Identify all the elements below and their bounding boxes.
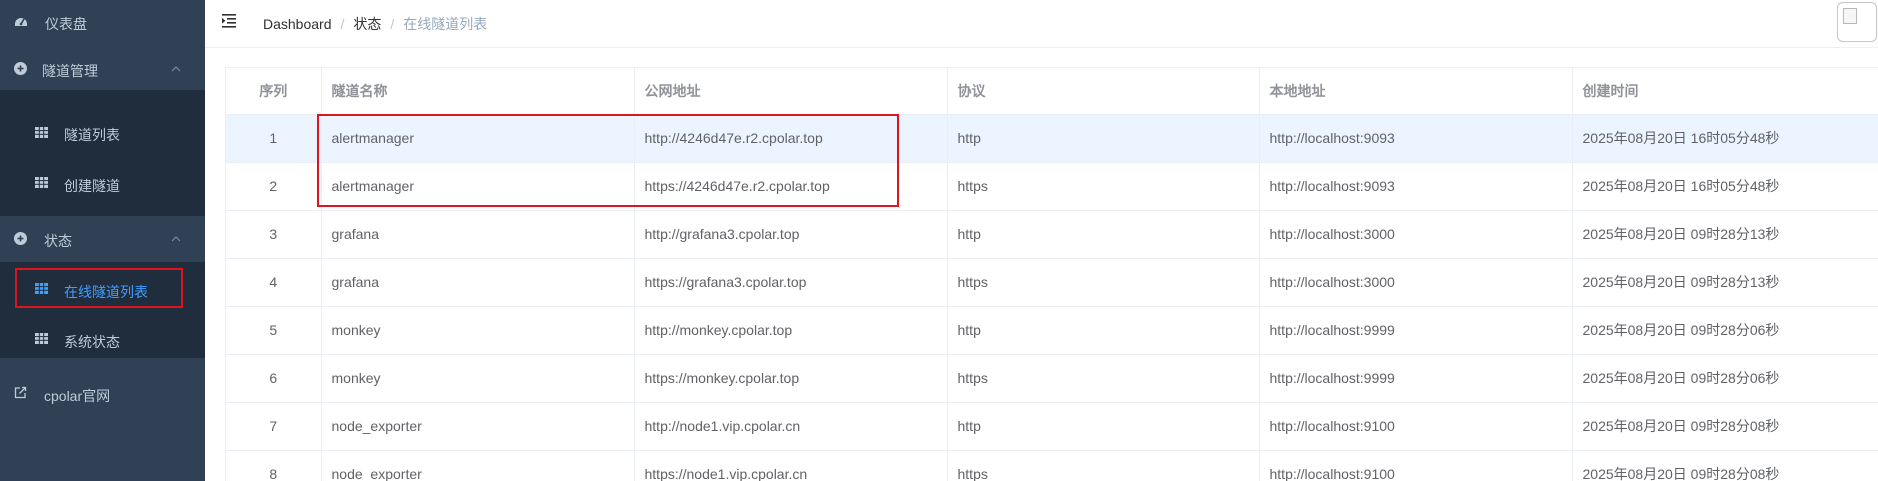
table-icon bbox=[35, 283, 48, 294]
cell-local-address: http://localhost:3000 bbox=[1259, 210, 1573, 259]
cell-index: 2 bbox=[226, 162, 322, 211]
cell-tunnel-name: alertmanager bbox=[321, 114, 635, 163]
cell-index: 5 bbox=[226, 306, 322, 355]
cell-public-address: https://node1.vip.cpolar.cn bbox=[634, 450, 948, 481]
cell-index: 7 bbox=[226, 402, 322, 451]
cell-local-address: http://localhost:9100 bbox=[1259, 450, 1573, 481]
cell-protocol: https bbox=[947, 258, 1260, 307]
cell-created-time: 2025年08月20日 09时28分08秒 bbox=[1572, 450, 1878, 481]
cell-local-address: http://localhost:9093 bbox=[1259, 162, 1573, 211]
sidebar-item-label: 隧道管理 bbox=[42, 63, 98, 79]
table-row[interactable]: 3 grafana http://grafana3.cpolar.top htt… bbox=[226, 210, 1878, 259]
chevron-up-icon bbox=[171, 66, 181, 72]
table-row[interactable]: 2 alertmanager https://4246d47e.r2.cpola… bbox=[226, 162, 1878, 211]
cell-index: 6 bbox=[226, 354, 322, 403]
sidebar-item-dashboard[interactable]: 仪表盘 bbox=[0, 0, 205, 42]
cell-tunnel-name: grafana bbox=[321, 210, 635, 259]
sidebar-item-label: 隧道列表 bbox=[64, 127, 120, 143]
broken-image-icon bbox=[1843, 8, 1857, 24]
cell-local-address: http://localhost:9999 bbox=[1259, 306, 1573, 355]
column-header-protocol: 协议 bbox=[947, 68, 1260, 115]
table-icon bbox=[35, 333, 48, 344]
breadcrumb-current: 在线隧道列表 bbox=[403, 16, 488, 32]
cell-local-address: http://localhost:3000 bbox=[1259, 258, 1573, 307]
table-row[interactable]: 6 monkey https://monkey.cpolar.top https… bbox=[226, 354, 1878, 403]
cell-created-time: 2025年08月20日 09时28分06秒 bbox=[1572, 354, 1878, 403]
sidebar-item-tunnel-management[interactable]: 隧道管理 bbox=[0, 46, 205, 90]
online-tunnel-table: 序列 隧道名称 公网地址 协议 本地地址 创建时间 1 alertmanager… bbox=[225, 67, 1878, 481]
cell-created-time: 2025年08月20日 16时05分48秒 bbox=[1572, 114, 1878, 163]
cell-protocol: http bbox=[947, 114, 1260, 163]
cell-tunnel-name: monkey bbox=[321, 306, 635, 355]
cell-public-address: https://4246d47e.r2.cpolar.top bbox=[634, 162, 948, 211]
cell-created-time: 2025年08月20日 09时28分13秒 bbox=[1572, 258, 1878, 307]
cell-index: 3 bbox=[226, 210, 322, 259]
cell-protocol: https bbox=[947, 450, 1260, 481]
external-link-icon bbox=[14, 386, 27, 399]
plus-circle-icon bbox=[14, 62, 27, 75]
breadcrumb-separator: / bbox=[340, 16, 345, 32]
column-header-index: 序列 bbox=[226, 68, 322, 115]
sidebar-item-cpolar-website[interactable]: cpolar官网 bbox=[0, 372, 205, 416]
sidebar-item-system-status[interactable]: 系统状态 bbox=[0, 320, 205, 360]
cell-index: 1 bbox=[226, 114, 322, 163]
breadcrumb-dashboard[interactable]: Dashboard bbox=[263, 16, 332, 32]
column-header-tunnel-name: 隧道名称 bbox=[321, 68, 635, 115]
breadcrumb: Dashboard / 状态 / 在线隧道列表 bbox=[263, 14, 487, 34]
cell-public-address: http://node1.vip.cpolar.cn bbox=[634, 402, 948, 451]
sidebar-item-tunnel-list[interactable]: 隧道列表 bbox=[0, 112, 205, 156]
cell-tunnel-name: monkey bbox=[321, 354, 635, 403]
cell-protocol: http bbox=[947, 210, 1260, 259]
table-header-row: 序列 隧道名称 公网地址 协议 本地地址 创建时间 bbox=[226, 68, 1878, 115]
sidebar-item-label: cpolar官网 bbox=[44, 388, 111, 404]
sidebar-item-label: 在线隧道列表 bbox=[64, 284, 148, 300]
cell-tunnel-name: node_exporter bbox=[321, 450, 635, 481]
cell-created-time: 2025年08月20日 09时28分08秒 bbox=[1572, 402, 1878, 451]
table-row[interactable]: 4 grafana https://grafana3.cpolar.top ht… bbox=[226, 258, 1878, 307]
cell-tunnel-name: alertmanager bbox=[321, 162, 635, 211]
cell-public-address: http://grafana3.cpolar.top bbox=[634, 210, 948, 259]
column-header-created-time: 创建时间 bbox=[1572, 68, 1878, 115]
breadcrumb-separator: / bbox=[390, 16, 395, 32]
dashboard-icon bbox=[14, 14, 28, 28]
cell-public-address: https://grafana3.cpolar.top bbox=[634, 258, 948, 307]
table-row[interactable]: 5 monkey http://monkey.cpolar.top http h… bbox=[226, 306, 1878, 355]
cell-protocol: http bbox=[947, 402, 1260, 451]
table-row[interactable]: 8 node_exporter https://node1.vip.cpolar… bbox=[226, 450, 1878, 481]
cell-created-time: 2025年08月20日 09时28分06秒 bbox=[1572, 306, 1878, 355]
plus-circle-icon bbox=[14, 232, 27, 245]
sidebar-item-online-tunnel-list[interactable]: 在线隧道列表 bbox=[0, 272, 205, 308]
cell-protocol: https bbox=[947, 354, 1260, 403]
table-icon bbox=[35, 127, 48, 138]
cell-tunnel-name: grafana bbox=[321, 258, 635, 307]
chevron-up-icon bbox=[171, 236, 181, 242]
cell-local-address: http://localhost:9093 bbox=[1259, 114, 1573, 163]
column-header-public-address: 公网地址 bbox=[634, 68, 948, 115]
cell-local-address: http://localhost:9100 bbox=[1259, 402, 1573, 451]
cell-public-address: https://monkey.cpolar.top bbox=[634, 354, 948, 403]
cell-public-address: http://monkey.cpolar.top bbox=[634, 306, 948, 355]
hamburger-menu-icon[interactable] bbox=[222, 13, 240, 29]
table-row[interactable]: 1 alertmanager http://4246d47e.r2.cpolar… bbox=[226, 114, 1878, 163]
cell-public-address: http://4246d47e.r2.cpolar.top bbox=[634, 114, 948, 163]
sidebar-item-label: 状态 bbox=[44, 233, 72, 249]
cell-tunnel-name: node_exporter bbox=[321, 402, 635, 451]
table-row[interactable]: 7 node_exporter http://node1.vip.cpolar.… bbox=[226, 402, 1878, 451]
sidebar-bottom bbox=[0, 416, 205, 481]
column-header-local-address: 本地地址 bbox=[1259, 68, 1573, 115]
cell-index: 8 bbox=[226, 450, 322, 481]
breadcrumb-status[interactable]: 状态 bbox=[353, 14, 381, 34]
avatar[interactable] bbox=[1837, 2, 1877, 42]
cell-local-address: http://localhost:9999 bbox=[1259, 354, 1573, 403]
cell-protocol: http bbox=[947, 306, 1260, 355]
cell-index: 4 bbox=[226, 258, 322, 307]
cell-created-time: 2025年08月20日 09时28分13秒 bbox=[1572, 210, 1878, 259]
sidebar-item-label: 仪表盘 bbox=[45, 16, 87, 32]
cell-created-time: 2025年08月20日 16时05分48秒 bbox=[1572, 162, 1878, 211]
sidebar-item-status[interactable]: 状态 bbox=[0, 216, 205, 262]
sidebar-item-label: 系统状态 bbox=[64, 334, 120, 350]
cell-protocol: https bbox=[947, 162, 1260, 211]
top-navbar: Dashboard / 状态 / 在线隧道列表 bbox=[205, 0, 1878, 48]
